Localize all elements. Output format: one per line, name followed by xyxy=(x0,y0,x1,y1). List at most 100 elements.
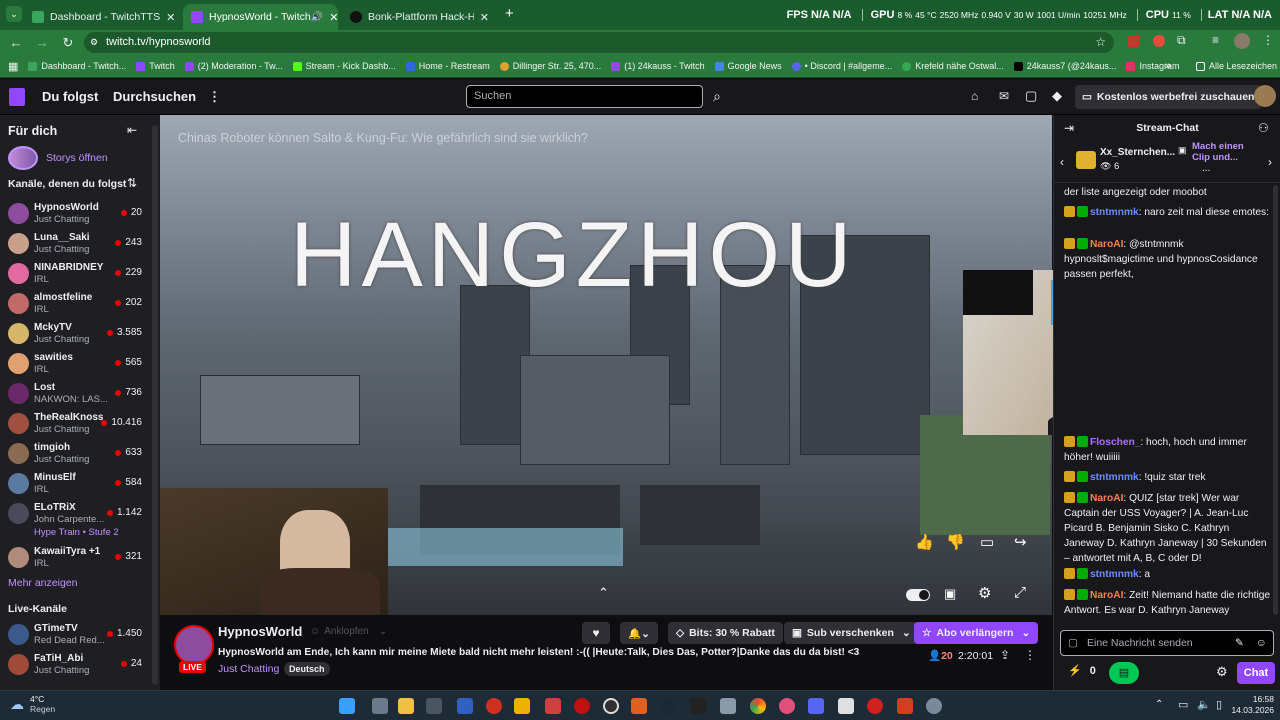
browser-tab[interactable]: Dashboard - TwitchTTS ✕ xyxy=(24,4,182,30)
bookmark-item[interactable]: Twitch xyxy=(136,61,175,71)
share-icon[interactable]: ↪ xyxy=(1014,533,1027,551)
search-icon[interactable]: ⌕ xyxy=(705,85,729,108)
sidebar-channel[interactable]: Luna__Saki Just Chatting 243 xyxy=(0,230,152,260)
sidebar-channel[interactable]: MckyTV Just Chatting 3.585 xyxy=(0,320,152,350)
volume-icon[interactable]: 🔈 xyxy=(1197,698,1211,711)
chevron-up-icon[interactable]: ⌃ xyxy=(598,585,609,601)
bookmark-item[interactable]: Google News xyxy=(714,61,782,71)
app-icon[interactable] xyxy=(574,698,590,714)
emote-menu-icon[interactable]: ▢ xyxy=(1068,631,1078,655)
app-icon[interactable] xyxy=(514,698,530,714)
sidebar-channel[interactable]: HypnosWorld Just Chatting 20 xyxy=(0,200,152,230)
chat-scrollbar[interactable] xyxy=(1273,185,1278,615)
thumbs-down-icon[interactable]: 👎 xyxy=(946,533,965,551)
chrome-icon[interactable] xyxy=(750,698,766,714)
browser-tab-active[interactable]: HypnosWorld - Twitch 🔊 ✕ xyxy=(183,4,338,30)
back-icon[interactable]: ← xyxy=(6,35,26,50)
discord-icon[interactable] xyxy=(808,698,824,714)
app-icon[interactable] xyxy=(426,698,442,714)
nav-browse[interactable]: Durchsuchen xyxy=(113,89,196,104)
sidebar-channel[interactable]: almostfeline IRL 202 xyxy=(0,290,152,320)
bookmark-item[interactable]: (1) 24kauss - Twitch xyxy=(611,61,705,71)
bookmark-item[interactable]: (2) Moderation - Tw... xyxy=(184,61,283,71)
file-explorer-icon[interactable] xyxy=(398,698,414,714)
windows-start-icon[interactable] xyxy=(339,698,355,714)
chevron-right-icon[interactable]: › xyxy=(1268,155,1272,169)
search-icon[interactable] xyxy=(372,698,388,714)
speaker-icon[interactable]: 🔊 xyxy=(311,12,323,23)
steam-icon[interactable] xyxy=(661,698,677,714)
sidebar-channel[interactable]: sawities IRL 565 xyxy=(0,350,152,380)
fullscreen-icon[interactable]: ⤢ xyxy=(1014,584,1026,601)
bookmark-item[interactable]: 24kauss7 (@24kaus... xyxy=(1013,61,1116,71)
chat-username[interactable]: stntmnmk xyxy=(1090,472,1139,483)
forward-icon[interactable]: → xyxy=(32,35,52,50)
chevron-left-icon[interactable]: ‹ xyxy=(1060,155,1064,169)
settings-gear-icon[interactable]: ⚙ xyxy=(978,584,991,602)
share-icon[interactable]: ⇪ xyxy=(1000,648,1010,662)
bookmark-item[interactable]: Stream - Kick Dashb... xyxy=(292,61,396,71)
app-icon[interactable] xyxy=(486,698,502,714)
chat-users-icon[interactable]: ⚇ xyxy=(1258,121,1269,135)
battery-icon[interactable]: ▯ xyxy=(1216,698,1222,711)
chat-username[interactable]: NaroAI xyxy=(1090,493,1123,504)
theatre-mode-icon[interactable]: ▣ xyxy=(944,586,956,602)
network-icon[interactable]: ▭ xyxy=(1178,698,1188,711)
sidebar-channel[interactable]: GTimeTV Red Dead Red... 1.450 xyxy=(0,621,152,651)
autoplay-toggle[interactable] xyxy=(906,589,930,601)
twitch-logo-icon[interactable] xyxy=(9,88,25,106)
claim-bonus-button[interactable]: ▤ xyxy=(1109,662,1139,684)
sidebar-channel[interactable]: ELoTRiX John Carpente... 1.142 xyxy=(0,500,152,530)
more-options-icon[interactable]: ⋮ xyxy=(1024,648,1036,662)
chat-username[interactable]: NaroAI xyxy=(1090,239,1123,250)
bookmark-item[interactable]: Krefeld nähe Ostwal... xyxy=(902,61,1004,71)
sidebar-scrollbar[interactable] xyxy=(152,125,158,685)
app-icon[interactable] xyxy=(720,698,736,714)
bits-cheer-icon[interactable]: ✎ xyxy=(1235,631,1244,655)
notification-bell-button[interactable]: 🔔⌄ xyxy=(620,622,658,644)
app-icon[interactable] xyxy=(603,698,619,714)
new-tab-button[interactable]: + xyxy=(505,5,514,22)
tab-search-button[interactable]: ⌄ xyxy=(6,6,22,22)
chat-message-input[interactable]: ▢ Eine Nachricht senden ✎ ☺ xyxy=(1060,630,1274,656)
more-menu-icon[interactable]: ⋮ xyxy=(208,89,221,105)
thumbs-up-icon[interactable]: 👍 xyxy=(915,533,934,551)
app-icon[interactable] xyxy=(631,698,647,714)
profile-avatar[interactable] xyxy=(1234,33,1250,49)
chat-username[interactable]: NaroAI xyxy=(1090,590,1123,601)
settings-gear-icon[interactable] xyxy=(926,698,942,714)
chat-username[interactable]: stntmnmk xyxy=(1090,207,1139,218)
app-icon[interactable] xyxy=(867,698,883,714)
app-icon[interactable] xyxy=(690,698,706,714)
sort-icon[interactable]: ⇅ xyxy=(127,176,137,190)
sidebar-channel[interactable]: NINABRIDNEY IRL 229 xyxy=(0,260,152,290)
video-player[interactable]: Chinas Roboter können Salto & Kung-Fu: W… xyxy=(160,115,1052,615)
apps-grid-icon[interactable]: ▦ xyxy=(8,60,18,73)
tray-overflow-icon[interactable]: ⌃ xyxy=(1155,699,1163,710)
inbox-icon[interactable]: ⌂ xyxy=(971,89,978,103)
bookmark-item[interactable]: Dashboard - Twitch... xyxy=(28,61,126,71)
adfree-button[interactable]: ▭ Kostenlos werbefrei zuschauen xyxy=(1075,85,1262,109)
sidebar-channel[interactable]: timgioh Just Chatting 633 xyxy=(0,440,152,470)
chat-settings-icon[interactable]: ⚙ xyxy=(1216,664,1228,680)
nav-following[interactable]: Du folgst xyxy=(42,89,98,104)
sidebar-channel[interactable]: TheRealKnossi Just Chatting 10.416 xyxy=(0,410,152,440)
extensions-puzzle-icon[interactable]: ⧉ xyxy=(1177,33,1186,48)
channel-points[interactable]: ⚡ 0 xyxy=(1068,664,1096,678)
bookmark-item[interactable]: • Discord | #allgeme... xyxy=(791,61,892,71)
notifications-icon[interactable]: ▢ xyxy=(1025,88,1037,104)
url-input[interactable]: ⚙ twitch.tv/hypnosworld ☆ xyxy=(84,32,1114,53)
extension-icon[interactable] xyxy=(1153,35,1165,47)
sidebar-channel[interactable]: MinusElf IRL 584 xyxy=(0,470,152,500)
close-icon[interactable]: ✕ xyxy=(323,11,338,24)
follow-heart-button[interactable]: ♥ xyxy=(582,622,610,644)
bits-icon[interactable]: ◆ xyxy=(1052,88,1062,104)
app-icon[interactable] xyxy=(779,698,795,714)
app-icon[interactable] xyxy=(457,698,473,714)
renew-sub-button[interactable]: ☆ Abo verlängern ⌄ xyxy=(914,622,1039,644)
extension-icon[interactable] xyxy=(1128,35,1140,47)
language-tag[interactable]: Deutsch xyxy=(284,662,330,676)
show-more-link[interactable]: Mehr anzeigen xyxy=(8,577,77,589)
category-link[interactable]: Just Chatting xyxy=(218,663,279,675)
collapse-sidebar-icon[interactable]: ⇤ xyxy=(127,123,137,137)
